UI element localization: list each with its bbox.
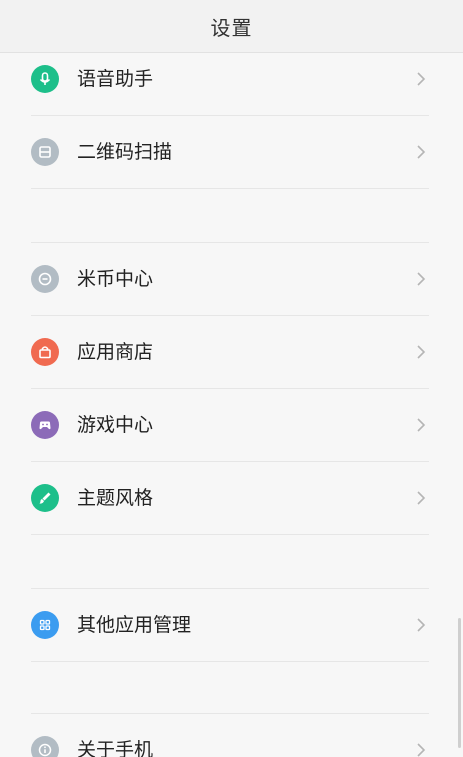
settings-item-label: 二维码扫描 (77, 141, 173, 163)
divider (31, 661, 429, 662)
settings-item-voice-assistant[interactable]: 语音助手 (0, 43, 463, 116)
page-title: 设置 (210, 15, 253, 40)
scrollbar[interactable] (458, 618, 461, 748)
settings-item-app-store[interactable]: 应用商店 (0, 316, 463, 389)
info-icon (31, 736, 59, 757)
apps-grid-icon (31, 611, 59, 639)
settings-item-other-apps-management[interactable]: 其他应用管理 (0, 589, 463, 662)
microphone-icon (31, 65, 59, 93)
chevron-right-icon (417, 743, 426, 757)
chevron-right-icon (417, 491, 426, 505)
shopping-bag-icon (31, 338, 59, 366)
gamepad-icon (31, 411, 59, 439)
settings-item-about-phone[interactable]: 关于手机 (0, 714, 463, 757)
qr-scan-icon (31, 138, 59, 166)
chevron-right-icon (417, 418, 426, 432)
settings-item-label: 米币中心 (77, 268, 154, 290)
settings-item-game-center[interactable]: 游戏中心 (0, 389, 463, 462)
divider (31, 534, 429, 535)
settings-item-label: 应用商店 (77, 341, 154, 363)
settings-item-qr-scan[interactable]: 二维码扫描 (0, 116, 463, 189)
mi-coin-icon (31, 265, 59, 293)
chevron-right-icon (417, 618, 426, 632)
chevron-right-icon (417, 72, 426, 86)
settings-item-label: 主题风格 (77, 487, 154, 509)
settings-item-theme-style[interactable]: 主题风格 (0, 462, 463, 535)
chevron-right-icon (417, 145, 426, 159)
settings-item-label: 游戏中心 (77, 414, 154, 436)
settings-item-label: 其他应用管理 (77, 614, 192, 636)
chevron-right-icon (417, 345, 426, 359)
settings-screen: 设置 语音助手 二维码扫描 米币中心 应用商店 游戏中心 主题风格 其他应用管理… (0, 0, 463, 757)
settings-item-mi-coin-center[interactable]: 米币中心 (0, 243, 463, 316)
chevron-right-icon (417, 272, 426, 286)
settings-item-label: 语音助手 (77, 68, 154, 90)
brush-icon (31, 484, 59, 512)
divider (31, 188, 429, 189)
settings-item-label: 关于手机 (77, 739, 154, 757)
